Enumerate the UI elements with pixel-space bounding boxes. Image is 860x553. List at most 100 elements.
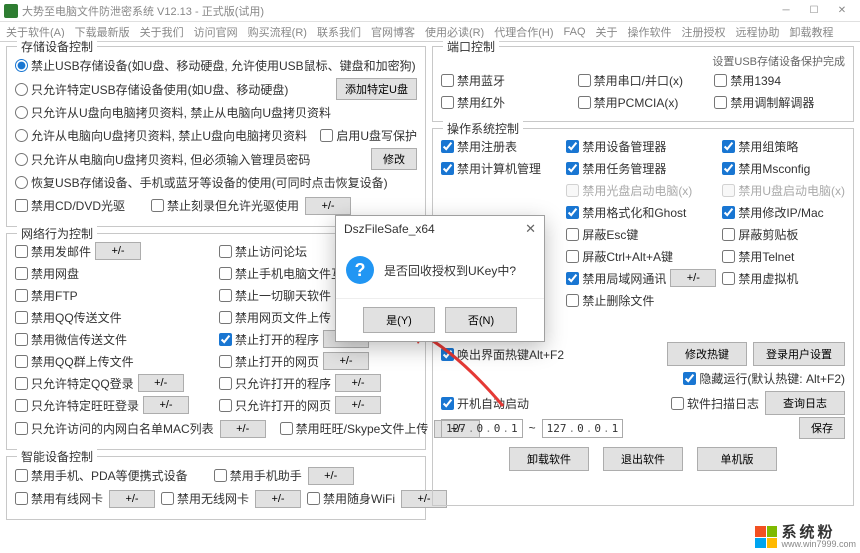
menu-item[interactable]: 访问官网 [194,24,238,40]
ip1[interactable]: 127.0.0.1 [441,419,523,438]
pm-button[interactable]: +/- [143,396,189,414]
menu-item[interactable]: 卸载教程 [790,24,834,40]
pm-button[interactable]: +/- [109,490,155,508]
pm-button[interactable]: +/- [308,467,354,485]
radio-pc-to-u[interactable]: 允许从电脑向U盘拷贝资料, 禁止U盘向电脑拷贝资料 [15,127,307,144]
no-button[interactable]: 否(N) [445,307,517,333]
group-storage: 存储设备控制 禁止USB存储设备(如U盘、移动硬盘, 允许使用USB鼠标、键盘和… [6,46,426,227]
net-item[interactable]: 禁用发邮件 [15,243,91,260]
pm-button[interactable]: +/- [95,242,141,260]
yes-button[interactable]: 是(Y) [363,307,435,333]
menu-item[interactable]: 注册授权 [682,24,726,40]
pm-button[interactable]: +/- [220,420,266,438]
pm-button[interactable]: +/- [670,269,716,287]
single-button[interactable]: 单机版 [697,447,777,471]
net-item[interactable]: 禁用QQ传送文件 [15,309,122,326]
radio-specific-usb[interactable]: 只允许特定USB存储设备使用(如U盘、移动硬盘) [15,81,288,98]
close-button[interactable]: ✕ [828,2,856,20]
os-clip[interactable]: 屏蔽剪贴板 [722,226,798,243]
disable-pda[interactable]: 禁用手机、PDA等便携式设备 [15,467,188,484]
net-item[interactable]: 禁用网盘 [15,265,79,282]
modify-button[interactable]: 修改 [371,148,417,170]
login-settings[interactable]: 登录用户设置 [753,342,845,366]
net-item[interactable]: 只允许特定旺旺登录 [15,397,139,414]
disable-burn[interactable]: 禁止刻录但允许光驱使用 [151,197,299,214]
net-item[interactable]: 禁止打开的网页 [219,353,319,370]
os-msconfig[interactable]: 禁用Msconfig [722,160,810,177]
ir[interactable]: 禁用红外 [441,94,505,111]
net-item[interactable]: 禁用QQ群上传文件 [15,353,134,370]
os-uboot[interactable]: 禁用U盘启动电脑(x) [722,182,845,199]
disable-assist[interactable]: 禁用手机助手 [214,467,302,484]
radio-restore[interactable]: 恢复USB存储设备、手机或蓝牙等设备的使用(可同时点击恢复设备) [15,174,388,191]
os-delfile[interactable]: 禁止删除文件 [566,292,654,309]
modem[interactable]: 禁用调制解调器 [714,94,814,111]
os-cdboot[interactable]: 禁用光盘启动电脑(x) [566,182,692,199]
dialog-close-icon[interactable]: ✕ [525,221,536,237]
menu-item[interactable]: 代理合作(H) [494,24,553,40]
os-esc[interactable]: 屏蔽Esc键 [566,226,638,243]
exit-button[interactable]: 退出软件 [603,447,683,471]
pm-button[interactable]: +/- [323,352,369,370]
os-vm[interactable]: 禁用虚拟机 [722,270,798,287]
uninstall-button[interactable]: 卸载软件 [509,447,589,471]
net-item[interactable]: 禁用微信传送文件 [15,331,127,348]
os-reg[interactable]: 禁用注册表 [441,138,517,155]
pm-button[interactable]: +/- [305,197,351,215]
os-compmgr[interactable]: 禁用计算机管理 [441,160,541,177]
menu-item[interactable]: 关于我们 [140,24,184,40]
add-u-button[interactable]: 添加特定U盘 [336,78,417,100]
pm-button[interactable]: +/- [335,396,381,414]
hotkey-chk[interactable]: 唤出界面热键Alt+F2 [441,346,564,363]
menu-item[interactable]: 联系我们 [317,24,361,40]
net-item[interactable]: 禁止打开的程序 [219,331,319,348]
net-item[interactable]: 禁止一切聊天软件 [219,287,331,304]
net-item[interactable]: 只允许打开的网页 [219,397,331,414]
menu-item[interactable]: 官网博客 [371,24,415,40]
i1394[interactable]: 禁用1394 [714,72,781,89]
os-lan[interactable]: 禁用局域网通讯 [566,270,666,287]
save-button[interactable]: 保存 [799,417,845,439]
maximize-button[interactable]: ☐ [800,2,828,20]
menu-item[interactable]: 购买流程(R) [248,24,307,40]
menu-item[interactable]: 远程协助 [736,24,780,40]
bt[interactable]: 禁用蓝牙 [441,72,505,89]
minimize-button[interactable]: ─ [772,2,800,20]
uwrite-protect[interactable]: 启用U盘写保护 [320,127,417,144]
ip2[interactable]: 127.0.0.1 [542,419,624,438]
net-item[interactable]: 禁用网页文件上传 [219,309,331,326]
radio-u-to-pc[interactable]: 只允许从U盘向电脑拷贝资料, 禁止从电脑向U盘拷贝资料 [15,104,331,121]
pcmcia[interactable]: 禁用PCMCIA(x) [578,94,679,111]
net-item[interactable]: 禁用FTP [15,287,78,304]
os-cad[interactable]: 屏蔽Ctrl+Alt+A键 [566,248,673,265]
disable-lan[interactable]: 禁用有线网卡 [15,490,103,507]
serial[interactable]: 禁用串口/并口(x) [578,72,683,89]
radio-pc-to-u-pwd[interactable]: 只允许从电脑向U盘拷贝资料, 但必须输入管理员密码 [15,151,310,168]
radio-usb-block[interactable]: 禁止USB存储设备(如U盘、移动硬盘, 允许使用USB鼠标、键盘和加密狗) [15,57,416,74]
os-gpedit[interactable]: 禁用组策略 [722,138,798,155]
hide-run[interactable]: 隐藏运行(默认热键: Alt+F2) [683,370,845,387]
os-ghost[interactable]: 禁用格式化和Ghost [566,204,686,221]
disable-wifi[interactable]: 禁用随身WiFi [307,490,395,507]
pm-button[interactable]: +/- [138,374,184,392]
menu-item[interactable]: 操作软件 [628,24,672,40]
mac-whitelist[interactable]: 只允许访问的内网白名单MAC列表 [15,420,214,437]
os-devmgr[interactable]: 禁用设备管理器 [566,138,666,155]
scanlog[interactable]: 软件扫描日志 [671,395,759,412]
menu-item[interactable]: 关于 [596,24,618,40]
net-item[interactable]: 只允许打开的程序 [219,375,331,392]
os-ipmac[interactable]: 禁用修改IP/Mac [722,204,823,221]
disable-cd[interactable]: 禁用CD/DVD光驱 [15,197,125,214]
autostart[interactable]: 开机自动启动 [441,395,529,412]
modify-hotkey[interactable]: 修改热键 [667,342,747,366]
disable-wlan[interactable]: 禁用无线网卡 [161,490,249,507]
pm-button[interactable]: +/- [255,490,301,508]
skype-upload[interactable]: 禁用旺旺/Skype文件上传 [280,420,429,437]
query-log[interactable]: 查询日志 [765,391,845,415]
net-item[interactable]: 只允许特定QQ登录 [15,375,134,392]
menu-item[interactable]: FAQ [564,26,586,38]
os-taskmgr[interactable]: 禁用任务管理器 [566,160,666,177]
os-telnet[interactable]: 禁用Telnet [722,248,794,265]
net-item[interactable]: 禁止访问论坛 [219,243,307,260]
pm-button[interactable]: +/- [335,374,381,392]
